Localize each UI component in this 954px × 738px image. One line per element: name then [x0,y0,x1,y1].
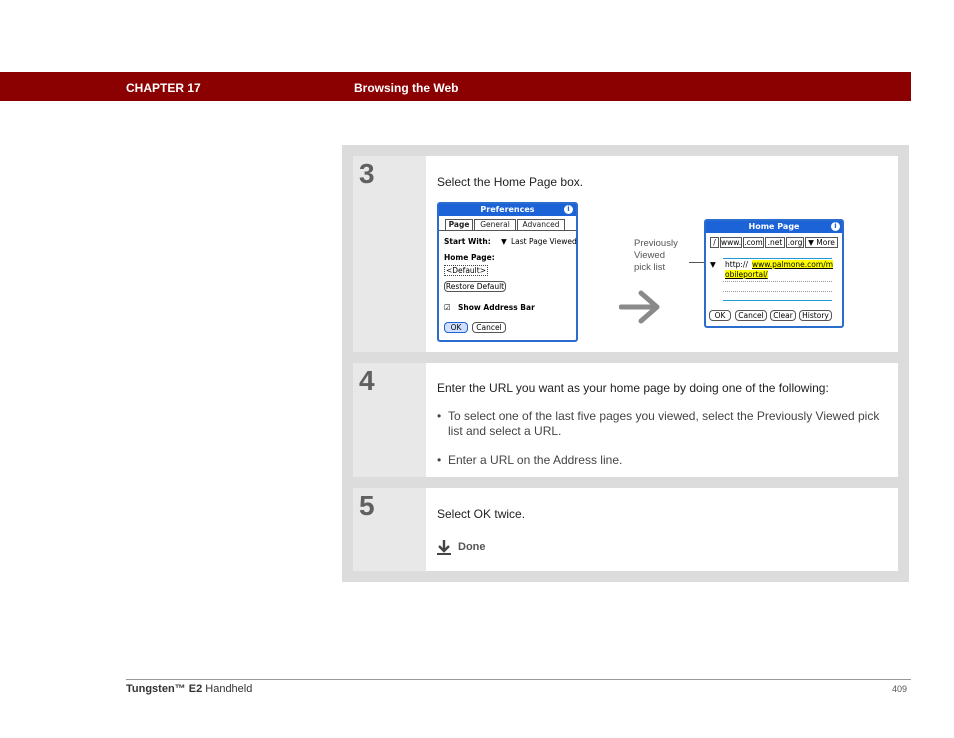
ok-button[interactable]: OK [444,322,468,333]
key-net[interactable]: .net [765,237,785,248]
preferences-screen: Preferences i Page General Advanced Star… [437,202,578,342]
footer-divider [126,679,911,680]
step-3: 3 Select the Home Page box. Preferences … [353,156,898,352]
screen-title: Preferences [439,204,576,216]
url-line-1[interactable]: www.palmone.com/m [752,260,834,269]
key-www[interactable]: www. [720,237,742,248]
chapter-label: CHAPTER 17 [126,81,201,95]
cancel-button[interactable]: Cancel [472,322,506,333]
chapter-header: CHAPTER 17 Browsing the Web [0,72,911,101]
arrow-right-icon [619,290,660,324]
footer-product: Tungsten™ E2 Handheld [126,683,253,695]
done-arrow-icon [437,540,451,555]
ok-button[interactable]: OK [709,310,731,321]
clear-button[interactable]: Clear [770,310,796,321]
step-text: Select OK twice. [437,507,526,521]
history-button[interactable]: History [799,310,832,321]
cancel-button[interactable]: Cancel [735,310,767,321]
start-with-label: Start With: [444,237,491,246]
previously-viewed-callout: Previously Viewed pick list [634,238,678,273]
restore-default-button[interactable]: Restore Default [444,281,506,292]
step-4: 4 Enter the URL you want as your home pa… [353,363,898,477]
tab-page[interactable]: Page [445,219,473,230]
checkbox-icon[interactable]: ☑ [444,303,451,312]
chevron-down-icon[interactable]: ▼ [501,237,507,246]
key-slash[interactable]: / [710,237,719,248]
done-label: Done [458,541,486,553]
step-5: 5 Select OK twice. Done [353,488,898,571]
info-icon[interactable]: i [831,222,840,231]
key-com[interactable]: .com [743,237,764,248]
step-number: 5 [359,490,375,521]
url-line-2[interactable]: obileportal/ [725,270,768,279]
step-text: Select the Home Page box. [437,175,584,189]
step-number: 3 [359,158,375,189]
step-text: Enter the URL you want as your home page… [437,381,829,395]
chapter-title: Browsing the Web [354,81,459,95]
start-with-value[interactable]: Last Page Viewed [511,237,577,246]
tab-advanced[interactable]: Advanced [517,219,565,230]
previously-viewed-picklist-icon[interactable]: ▼ [710,260,716,269]
key-org[interactable]: .org [786,237,804,248]
key-more[interactable]: ▼ More [805,237,838,248]
tab-general[interactable]: General [474,219,516,230]
home-page-label: Home Page: [444,253,495,262]
page-number: 409 [892,684,908,694]
home-page-screen: Home Page i / www. .com .net .org ▼ More… [704,219,844,328]
info-icon[interactable]: i [564,205,573,214]
show-address-bar-label: Show Address Bar [458,303,535,312]
screen-title: Home Page [706,221,842,233]
step-number: 4 [359,365,375,396]
steps-panel: 3 Select the Home Page box. Preferences … [342,145,909,582]
url-prefix: http:// [725,260,748,269]
home-page-field[interactable]: <Default> [444,265,488,276]
